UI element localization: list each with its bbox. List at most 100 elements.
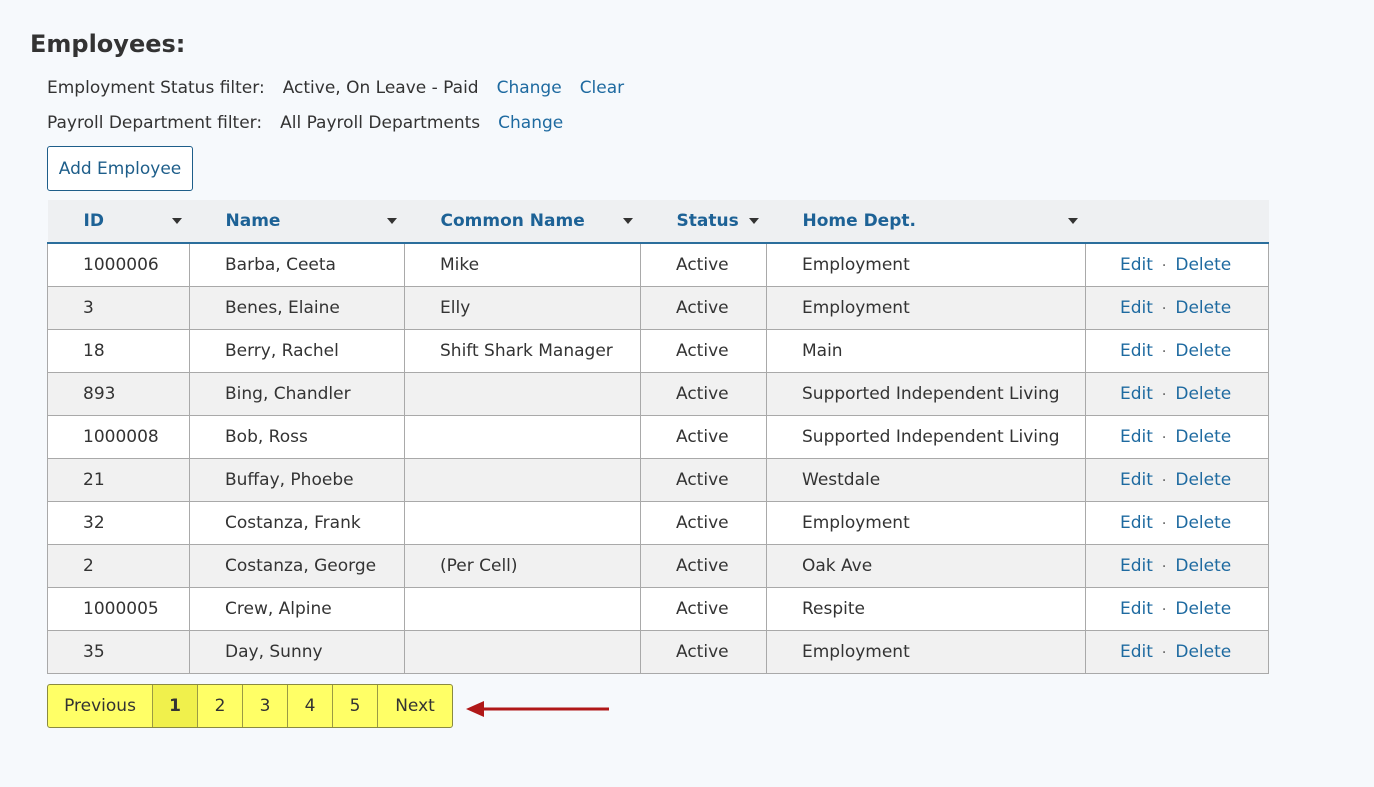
status-filter-value: Active, On Leave - Paid (282, 78, 479, 98)
sort-caret-icon[interactable] (1067, 218, 1078, 224)
cell-actions: Edit · Delete (1085, 328, 1269, 373)
page-button-1[interactable]: 1 (153, 685, 198, 727)
page-button-4[interactable]: 4 (288, 685, 333, 727)
page-button-2[interactable]: 2 (198, 685, 243, 727)
column-header-id[interactable]: ID (47, 200, 190, 244)
cell-home-dept: Employment (766, 242, 1086, 287)
column-header-label: Name (225, 211, 281, 231)
edit-link[interactable]: Edit (1120, 298, 1153, 318)
cell-name: Berry, Rachel (189, 328, 405, 373)
cell-actions: Edit · Delete (1085, 586, 1269, 631)
column-header-status[interactable]: Status (640, 200, 767, 244)
cell-actions: Edit · Delete (1085, 543, 1269, 588)
cell-id: 35 (47, 629, 190, 674)
annotation-arrow-icon (466, 701, 609, 717)
delete-link[interactable]: Delete (1175, 556, 1231, 576)
action-separator: · (1161, 300, 1167, 317)
cell-id: 2 (47, 543, 190, 588)
delete-link[interactable]: Delete (1175, 255, 1231, 275)
delete-link[interactable]: Delete (1175, 513, 1231, 533)
previous-page-button[interactable]: Previous (48, 685, 153, 727)
cell-common-name: Shift Shark Manager (404, 328, 641, 373)
cell-actions: Edit · Delete (1085, 629, 1269, 674)
cell-actions: Edit · Delete (1085, 457, 1269, 502)
action-separator: · (1161, 386, 1167, 403)
edit-link[interactable]: Edit (1120, 341, 1153, 361)
sort-caret-icon[interactable] (171, 218, 182, 224)
table-row: 35 Day, Sunny Active Employment Edit · Delete (47, 629, 1269, 674)
delete-link[interactable]: Delete (1175, 642, 1231, 662)
column-header-label: Home Dept. (802, 211, 916, 231)
edit-link[interactable]: Edit (1120, 470, 1153, 490)
edit-link[interactable]: Edit (1120, 384, 1153, 404)
cell-id: 1000006 (47, 242, 190, 287)
cell-common-name (404, 457, 641, 502)
cell-status: Active (640, 242, 767, 287)
status-filter-clear-link[interactable]: Clear (580, 78, 624, 98)
payroll-department-filter: Payroll Department filter: All Payroll D… (47, 113, 581, 133)
employment-status-filter: Employment Status filter: Active, On Lea… (47, 78, 642, 98)
action-separator: · (1161, 644, 1167, 661)
edit-link[interactable]: Edit (1120, 427, 1153, 447)
edit-link[interactable]: Edit (1120, 513, 1153, 533)
page-button-3[interactable]: 3 (243, 685, 288, 727)
table-row: 1000008 Bob, Ross Active Supported Independ… (47, 414, 1269, 459)
sort-caret-icon[interactable] (748, 218, 759, 224)
column-header-common-name[interactable]: Common Name (404, 200, 641, 244)
edit-link[interactable]: Edit (1120, 599, 1153, 619)
cell-name: Day, Sunny (189, 629, 405, 674)
cell-home-dept: Respite (766, 586, 1086, 631)
column-header-home-dept[interactable]: Home Dept. (766, 200, 1086, 244)
cell-home-dept: Employment (766, 629, 1086, 674)
table-row: 3 Benes, Elaine Elly Active Employment Edit · D… (47, 285, 1269, 330)
sort-caret-icon[interactable] (622, 218, 633, 224)
delete-link[interactable]: Delete (1175, 341, 1231, 361)
status-filter-label: Employment Status filter: (47, 78, 265, 98)
table-row: 1000005 Crew, Alpine Active Respite Edit · Del… (47, 586, 1269, 631)
next-page-button[interactable]: Next (378, 685, 452, 727)
cell-name: Benes, Elaine (189, 285, 405, 330)
payroll-filter-change-link[interactable]: Change (498, 113, 563, 133)
cell-name: Bob, Ross (189, 414, 405, 459)
column-header-label: ID (83, 211, 104, 231)
delete-link[interactable]: Delete (1175, 470, 1231, 490)
delete-link[interactable]: Delete (1175, 298, 1231, 318)
edit-link[interactable]: Edit (1120, 642, 1153, 662)
status-filter-change-link[interactable]: Change (497, 78, 562, 98)
cell-status: Active (640, 328, 767, 373)
action-separator: · (1161, 515, 1167, 532)
cell-name: Buffay, Phoebe (189, 457, 405, 502)
delete-link[interactable]: Delete (1175, 599, 1231, 619)
cell-status: Active (640, 457, 767, 502)
page-button-5[interactable]: 5 (333, 685, 378, 727)
cell-home-dept: Main (766, 328, 1086, 373)
table-header-row: ID Name Common Name Status Home Dept. (47, 200, 1269, 244)
cell-id: 1000005 (47, 586, 190, 631)
cell-actions: Edit · Delete (1085, 285, 1269, 330)
cell-common-name (404, 414, 641, 459)
delete-link[interactable]: Delete (1175, 384, 1231, 404)
cell-status: Active (640, 500, 767, 545)
cell-common-name (404, 371, 641, 416)
column-header-label: Status (676, 211, 739, 231)
cell-name: Crew, Alpine (189, 586, 405, 631)
delete-link[interactable]: Delete (1175, 427, 1231, 447)
sort-caret-icon[interactable] (386, 218, 397, 224)
cell-common-name (404, 629, 641, 674)
action-separator: · (1161, 343, 1167, 360)
cell-home-dept: Oak Ave (766, 543, 1086, 588)
payroll-filter-value: All Payroll Departments (280, 113, 481, 133)
cell-name: Bing, Chandler (189, 371, 405, 416)
cell-status: Active (640, 586, 767, 631)
pagination: Previous 1 2 3 4 5 Next (47, 684, 453, 728)
edit-link[interactable]: Edit (1120, 556, 1153, 576)
cell-actions: Edit · Delete (1085, 500, 1269, 545)
employees-table: ID Name Common Name Status Home Dept. 10… (47, 200, 1269, 674)
edit-link[interactable]: Edit (1120, 255, 1153, 275)
add-employee-button[interactable]: Add Employee (47, 146, 193, 191)
cell-common-name (404, 586, 641, 631)
page-title: Employees: (30, 30, 186, 58)
cell-common-name: Mike (404, 242, 641, 287)
column-header-actions (1085, 200, 1269, 244)
column-header-name[interactable]: Name (189, 200, 405, 244)
